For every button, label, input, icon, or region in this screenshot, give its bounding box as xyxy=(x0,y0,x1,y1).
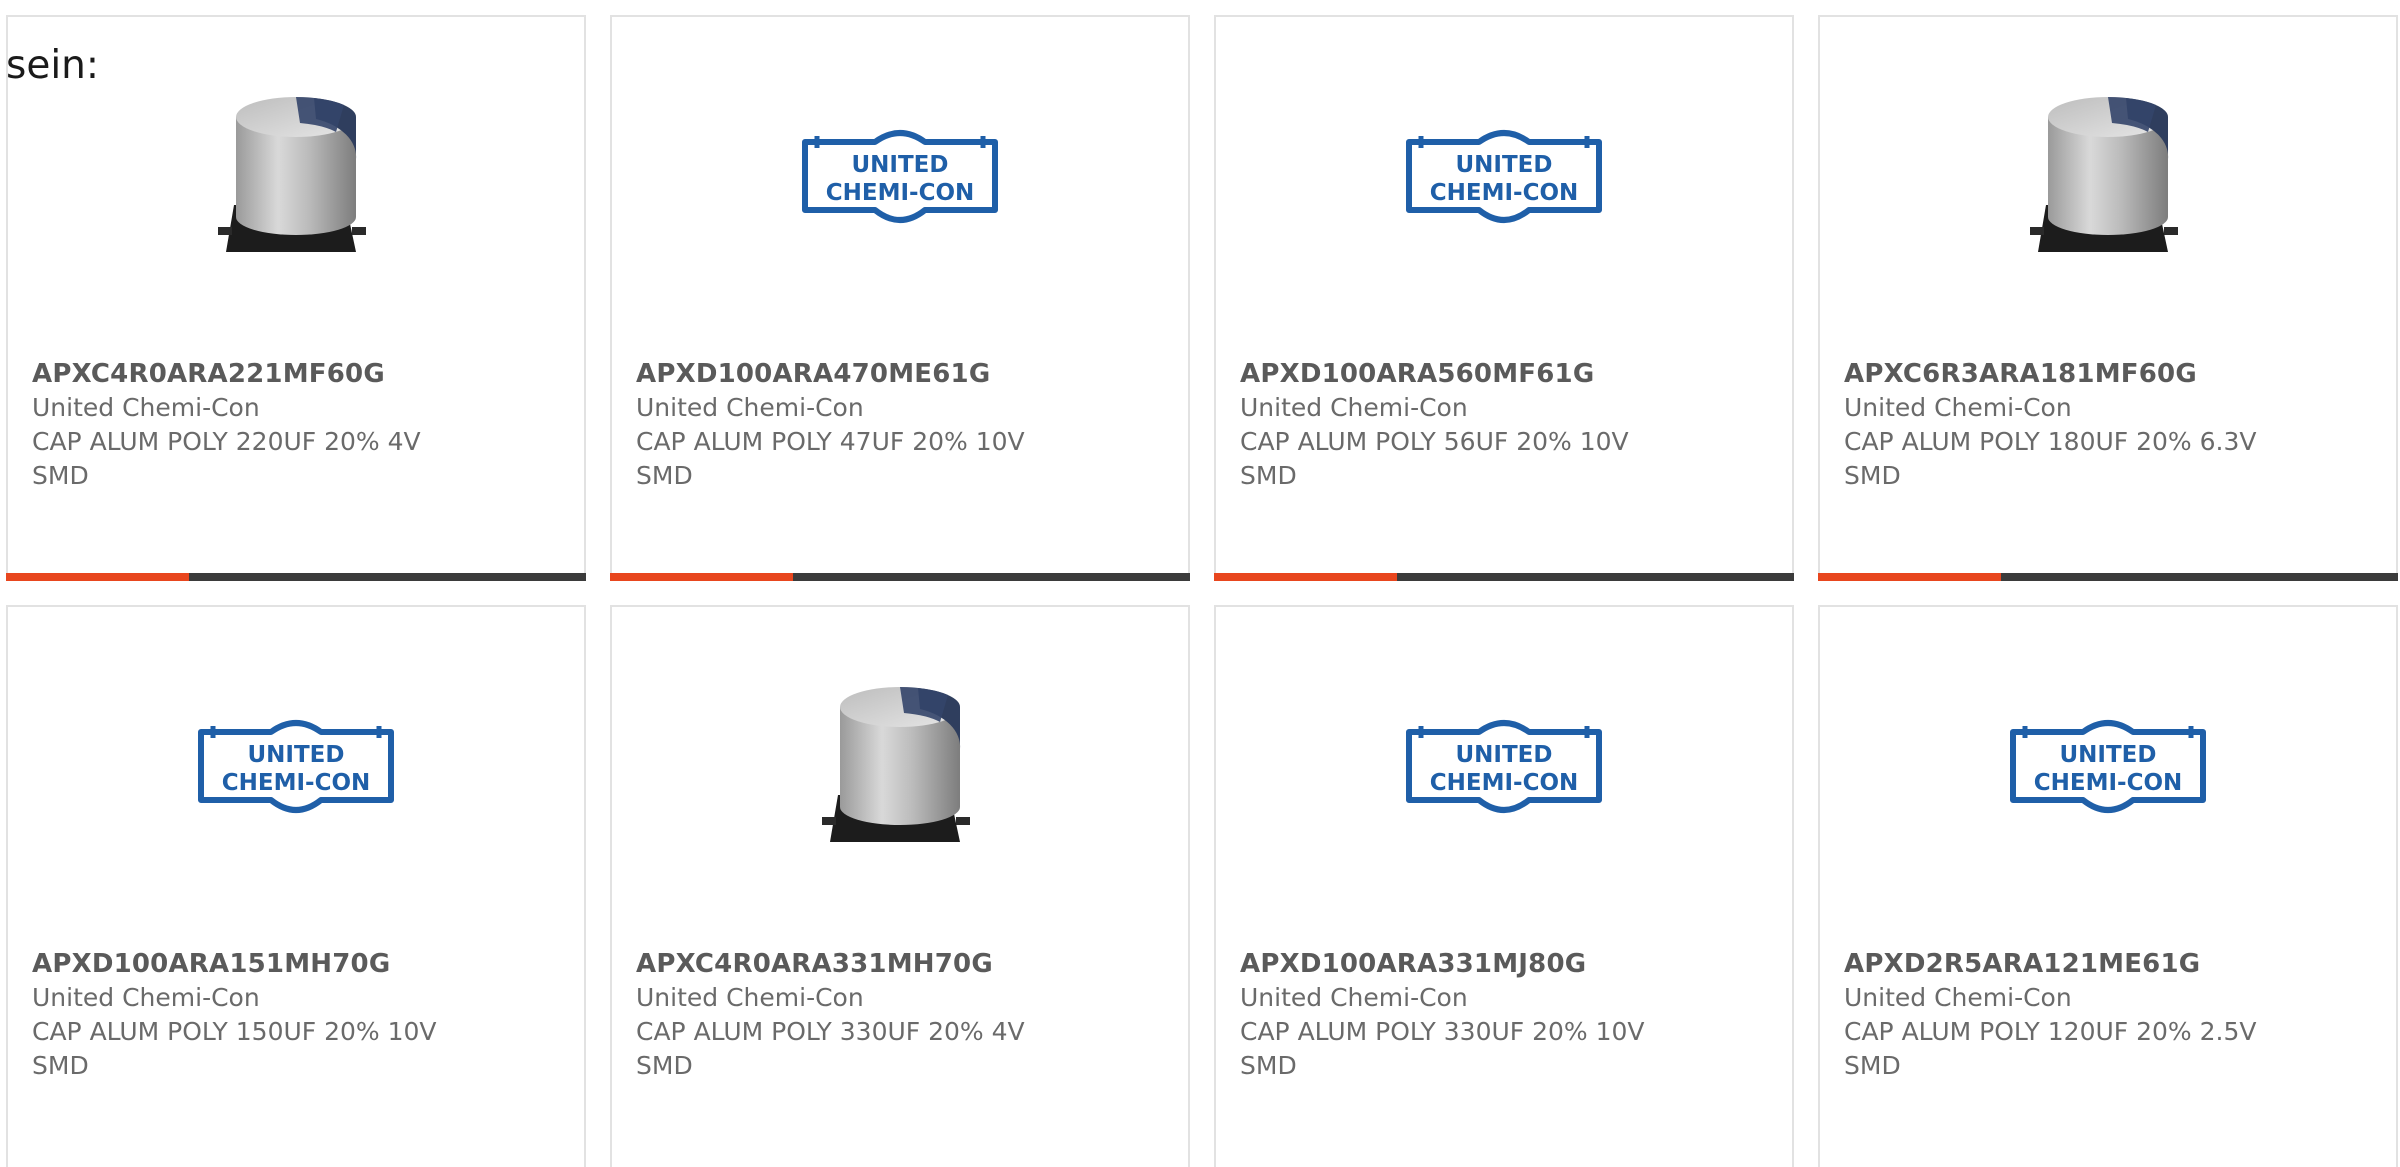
package: SMD xyxy=(636,461,693,490)
united-chemi-con-logo-icon: UNITED CHEMI-CON xyxy=(2010,720,2206,813)
card-progress-bar xyxy=(610,573,1190,581)
svg-text:CHEMI-CON: CHEMI-CON xyxy=(2034,770,2183,796)
product-card[interactable]: APXC4R0ARA331MH70G United Chemi-Con CAP … xyxy=(610,605,1190,1167)
svg-text:CHEMI-CON: CHEMI-CON xyxy=(826,180,975,206)
part-number[interactable]: APXD100ARA470ME61G xyxy=(636,357,1168,391)
product-image xyxy=(612,667,1188,867)
manufacturer: United Chemi-Con xyxy=(32,983,260,1012)
description: CAP ALUM POLY 330UF 20% 4V xyxy=(636,1017,1025,1046)
manufacturer: United Chemi-Con xyxy=(1844,983,2072,1012)
product-image: UNITED CHEMI-CON xyxy=(1820,667,2396,867)
product-info: APXD2R5ARA121ME61G United Chemi-Con CAP … xyxy=(1844,947,2376,1083)
svg-text:UNITED: UNITED xyxy=(2060,742,2157,768)
capacitor-icon xyxy=(218,97,366,252)
card-progress-bar xyxy=(1818,573,2398,581)
product-card[interactable]: UNITED CHEMI-CON APXD100ARA470ME61G Unit… xyxy=(610,15,1190,581)
united-chemi-con-logo-icon: UNITED CHEMI-CON xyxy=(1406,130,1602,223)
description: CAP ALUM POLY 180UF 20% 6.3V xyxy=(1844,427,2257,456)
description: CAP ALUM POLY 220UF 20% 4V xyxy=(32,427,421,456)
description: CAP ALUM POLY 56UF 20% 10V xyxy=(1240,427,1629,456)
card-progress-accent xyxy=(1818,573,2001,581)
manufacturer: United Chemi-Con xyxy=(636,393,864,422)
description: CAP ALUM POLY 330UF 20% 10V xyxy=(1240,1017,1645,1046)
capacitor-icon xyxy=(822,687,970,842)
product-info: APXC4R0ARA331MH70G United Chemi-Con CAP … xyxy=(636,947,1168,1083)
part-number[interactable]: APXC4R0ARA331MH70G xyxy=(636,947,1168,981)
svg-text:CHEMI-CON: CHEMI-CON xyxy=(1430,770,1579,796)
description: CAP ALUM POLY 150UF 20% 10V xyxy=(32,1017,437,1046)
card-progress-bar xyxy=(1214,573,1794,581)
product-info: APXD100ARA560MF61G United Chemi-Con CAP … xyxy=(1240,357,1772,493)
part-number[interactable]: APXC6R3ARA181MF60G xyxy=(1844,357,2376,391)
united-chemi-con-logo-icon: UNITED CHEMI-CON xyxy=(1406,720,1602,813)
product-grid-page: APXC4R0ARA221MF60G United Chemi-Con CAP … xyxy=(0,0,2400,1167)
card-progress-accent xyxy=(6,573,189,581)
united-chemi-con-logo-icon: UNITED CHEMI-CON xyxy=(198,720,394,813)
product-info: APXC6R3ARA181MF60G United Chemi-Con CAP … xyxy=(1844,357,2376,493)
part-number[interactable]: APXD100ARA331MJ80G xyxy=(1240,947,1772,981)
united-chemi-con-logo-icon: UNITED CHEMI-CON xyxy=(802,130,998,223)
product-info: APXD100ARA470ME61G United Chemi-Con CAP … xyxy=(636,357,1168,493)
svg-text:UNITED: UNITED xyxy=(1456,742,1553,768)
package: SMD xyxy=(1240,461,1297,490)
package: SMD xyxy=(32,461,89,490)
part-number[interactable]: APXD100ARA560MF61G xyxy=(1240,357,1772,391)
card-progress-bar xyxy=(6,573,586,581)
product-info: APXD100ARA331MJ80G United Chemi-Con CAP … xyxy=(1240,947,1772,1083)
svg-text:CHEMI-CON: CHEMI-CON xyxy=(222,770,371,796)
product-image: UNITED CHEMI-CON xyxy=(1216,77,1792,277)
package: SMD xyxy=(1240,1051,1297,1080)
capacitor-icon xyxy=(2030,97,2178,252)
product-card[interactable]: APXC4R0ARA221MF60G United Chemi-Con CAP … xyxy=(6,15,586,581)
product-image: UNITED CHEMI-CON xyxy=(612,77,1188,277)
card-progress-accent xyxy=(1214,573,1397,581)
manufacturer: United Chemi-Con xyxy=(1844,393,2072,422)
part-number[interactable]: APXD100ARA151MH70G xyxy=(32,947,564,981)
product-card[interactable]: APXC6R3ARA181MF60G United Chemi-Con CAP … xyxy=(1818,15,2398,581)
package: SMD xyxy=(1844,1051,1901,1080)
product-info: APXC4R0ARA221MF60G United Chemi-Con CAP … xyxy=(32,357,564,493)
product-grid: APXC4R0ARA221MF60G United Chemi-Con CAP … xyxy=(6,15,2400,1167)
svg-text:UNITED: UNITED xyxy=(852,152,949,178)
product-card[interactable]: UNITED CHEMI-CON APXD2R5ARA121ME61G Unit… xyxy=(1818,605,2398,1167)
product-image: UNITED CHEMI-CON xyxy=(8,667,584,867)
card-progress-accent xyxy=(610,573,793,581)
description: CAP ALUM POLY 47UF 20% 10V xyxy=(636,427,1025,456)
product-image xyxy=(1820,77,2396,277)
package: SMD xyxy=(1844,461,1901,490)
svg-text:UNITED: UNITED xyxy=(248,742,345,768)
product-info: APXD100ARA151MH70G United Chemi-Con CAP … xyxy=(32,947,564,1083)
manufacturer: United Chemi-Con xyxy=(636,983,864,1012)
package: SMD xyxy=(32,1051,89,1080)
manufacturer: United Chemi-Con xyxy=(1240,983,1468,1012)
product-card[interactable]: UNITED CHEMI-CON APXD100ARA151MH70G Unit… xyxy=(6,605,586,1167)
product-image xyxy=(8,77,584,277)
product-card[interactable]: UNITED CHEMI-CON APXD100ARA560MF61G Unit… xyxy=(1214,15,1794,581)
product-image: UNITED CHEMI-CON xyxy=(1216,667,1792,867)
part-number[interactable]: APXC4R0ARA221MF60G xyxy=(32,357,564,391)
product-card[interactable]: UNITED CHEMI-CON APXD100ARA331MJ80G Unit… xyxy=(1214,605,1794,1167)
description: CAP ALUM POLY 120UF 20% 2.5V xyxy=(1844,1017,2257,1046)
intro-text: sein: xyxy=(6,43,100,88)
manufacturer: United Chemi-Con xyxy=(32,393,260,422)
manufacturer: United Chemi-Con xyxy=(1240,393,1468,422)
package: SMD xyxy=(636,1051,693,1080)
svg-text:UNITED: UNITED xyxy=(1456,152,1553,178)
svg-text:CHEMI-CON: CHEMI-CON xyxy=(1430,180,1579,206)
part-number[interactable]: APXD2R5ARA121ME61G xyxy=(1844,947,2376,981)
